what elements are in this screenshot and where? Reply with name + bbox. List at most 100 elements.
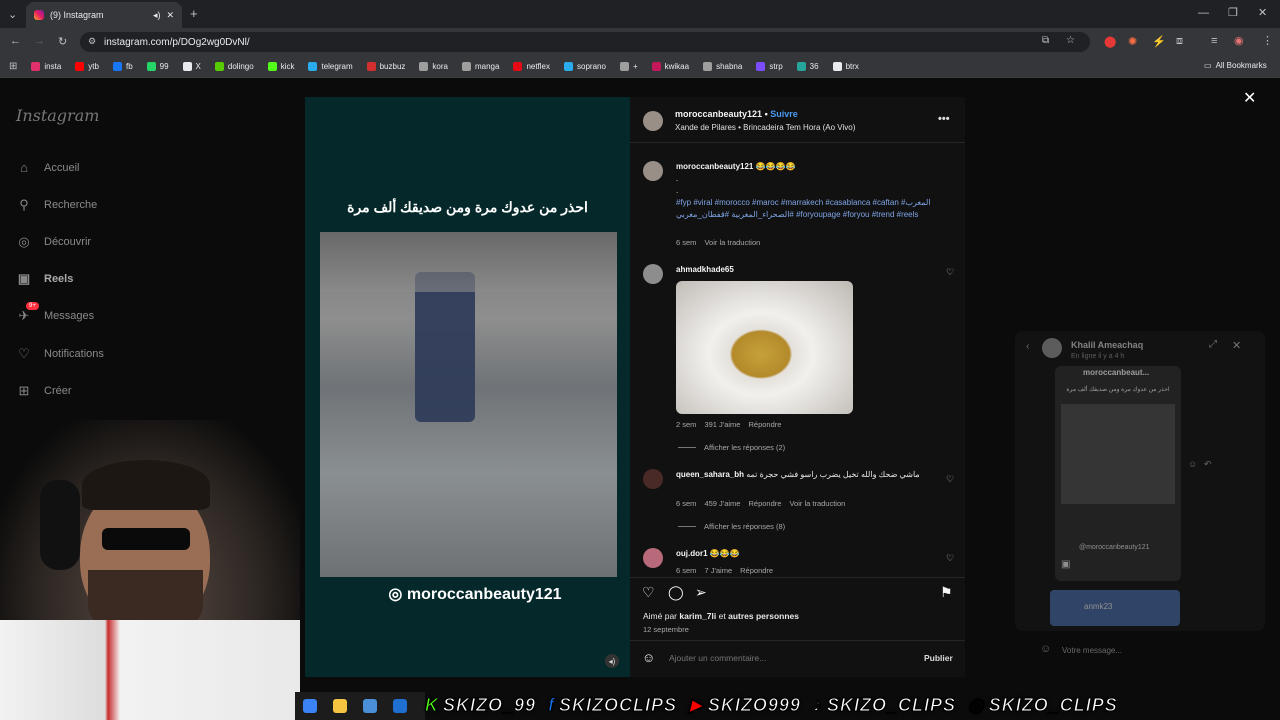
comment-likes[interactable]: 391 J'aime <box>704 420 740 429</box>
react-emoji-icon[interactable]: ☺ <box>1188 459 1197 469</box>
star-icon[interactable]: ☆ <box>1066 35 1075 46</box>
bookmark-item[interactable]: fb <box>112 62 133 71</box>
sidebar-item-découvrir[interactable]: ◎ Découvrir <box>16 234 91 250</box>
tab-list-icon[interactable]: ⌄ <box>8 8 17 21</box>
reload-icon[interactable]: ↻ <box>58 35 67 48</box>
liked-by-user[interactable]: karim_7li <box>679 611 716 621</box>
bookmark-item[interactable]: telegram <box>308 62 353 71</box>
bookmark-item[interactable]: strp <box>756 62 783 71</box>
media-control-icon[interactable]: ≡ <box>1211 35 1217 47</box>
comment-icon[interactable]: ◯ <box>668 584 684 601</box>
all-bookmarks[interactable]: ▭ All Bookmarks <box>1204 61 1267 70</box>
comment-like-icon[interactable]: ♡ <box>946 267 954 278</box>
extension-green-icon[interactable]: ⚡ <box>1152 35 1166 48</box>
comment-reply-link[interactable]: Répondre <box>748 499 781 508</box>
author-avatar[interactable] <box>643 111 663 131</box>
extensions-puzzle-icon[interactable]: ⧈ <box>1176 35 1183 48</box>
close-icon[interactable]: ✕ <box>1243 88 1256 108</box>
sidebar-item-messages[interactable]: ✈ Messages 9+ <box>16 302 94 324</box>
comment-translate-link[interactable]: Voir la traduction <box>789 499 845 508</box>
comment-avatar[interactable] <box>643 469 663 489</box>
back-icon[interactable]: ‹ <box>1026 341 1029 352</box>
reel-video[interactable]: احذر من عدوك مرة ومن صديقك ألف مرة ◎ mor… <box>305 97 630 677</box>
comment-likes[interactable]: 459 J'aime <box>704 499 740 508</box>
publish-button[interactable]: Publier <box>924 653 953 663</box>
song-info[interactable]: Xande de Pilares • Brincadeira Tem Hora … <box>675 123 855 132</box>
reply-arrow-icon[interactable]: ↶ <box>1204 459 1212 470</box>
close-tab-icon[interactable]: ✕ <box>166 10 174 21</box>
bookmark-item[interactable]: shabna <box>703 62 742 71</box>
comment-user[interactable]: ahmadkhade65 <box>676 265 734 274</box>
bookmark-item[interactable]: buzbuz <box>366 62 405 71</box>
shared-post[interactable]: moroccanbeaut... احذر من عدوك مرة ومن صد… <box>1055 366 1181 581</box>
sidebar-item-créer[interactable]: ⊞ Créer <box>16 383 72 399</box>
bookmark-item[interactable]: ytb <box>75 62 99 71</box>
bookmark-item[interactable]: kick <box>267 62 294 71</box>
close-window-icon[interactable]: ✕ <box>1258 6 1267 19</box>
instagram-logo[interactable]: Instagram <box>16 106 99 125</box>
new-tab-icon[interactable]: + <box>190 6 198 21</box>
bookmark-item[interactable]: netflex <box>513 62 550 71</box>
tab-instagram[interactable]: (9) Instagram ◂) ✕ <box>26 2 182 28</box>
profile-avatar-icon[interactable]: ◉ <box>1234 34 1244 47</box>
dm-avatar[interactable] <box>1042 338 1062 358</box>
outlook-icon[interactable] <box>393 699 407 713</box>
share-icon[interactable]: ➢ <box>695 584 707 601</box>
url-field[interactable]: ⚙ instagram.com/p/DOg2wg0DvNl/ ⧉ ☆ <box>80 32 1090 52</box>
comment-avatar[interactable] <box>643 264 663 284</box>
liked-by-others[interactable]: autres personnes <box>728 611 799 621</box>
caption-translate-link[interactable]: Voir la traduction <box>704 238 760 247</box>
bookmark-item[interactable]: 99 <box>146 62 169 71</box>
taskbar-app-icon[interactable] <box>303 699 317 713</box>
minimize-icon[interactable]: — <box>1198 7 1209 19</box>
comment-like-icon[interactable]: ♡ <box>946 553 954 564</box>
forward-icon[interactable]: → <box>34 35 45 47</box>
bookmark-item[interactable]: kwikaa <box>651 62 689 71</box>
comment-tea-image[interactable] <box>676 281 853 414</box>
site-info-icon[interactable]: ⚙ <box>88 36 96 47</box>
video-frame[interactable] <box>320 232 617 577</box>
save-bookmark-icon[interactable]: ⚑ <box>940 584 953 601</box>
like-icon[interactable]: ♡ <box>642 584 655 601</box>
caption-user[interactable]: moroccanbeauty121 <box>676 162 753 171</box>
sidebar-item-notifications[interactable]: ♡ Notifications <box>16 346 104 362</box>
bookmark-item[interactable]: + <box>619 62 638 71</box>
bookmark-item[interactable]: X <box>182 62 201 71</box>
dm-message-input[interactable]: Votre message... <box>1062 646 1122 655</box>
bookmark-item[interactable]: insta <box>31 62 61 71</box>
expand-icon[interactable]: ⤢ <box>1209 339 1217 350</box>
sidebar-item-reels[interactable]: ▣ Reels <box>16 271 74 287</box>
restore-icon[interactable]: ❐ <box>1228 6 1238 19</box>
comment-user[interactable]: ouj.dor1 <box>676 549 708 558</box>
back-icon[interactable]: ← <box>10 35 21 47</box>
bookmark-item[interactable]: kora <box>419 62 448 71</box>
bookmark-item[interactable]: manga <box>461 62 499 71</box>
close-dm-icon[interactable]: ✕ <box>1232 339 1241 352</box>
store-icon[interactable] <box>363 699 377 713</box>
reply-sticker[interactable]: anmk23 <box>1050 590 1180 626</box>
follow-button[interactable]: Suivre <box>770 109 798 119</box>
author-name[interactable]: moroccanbeauty121 <box>675 109 762 119</box>
comment-avatar[interactable] <box>643 548 663 568</box>
add-comment-input[interactable] <box>669 653 889 663</box>
bookmark-item[interactable]: btrx <box>832 62 859 71</box>
sidebar-item-accueil[interactable]: ⌂ Accueil <box>16 160 79 175</box>
file-explorer-icon[interactable] <box>333 699 347 713</box>
bookmark-item[interactable]: soprano <box>564 62 606 71</box>
dm-contact-name[interactable]: Khalil Ameachaq <box>1071 340 1143 350</box>
emoji-icon[interactable]: ☺ <box>642 650 655 665</box>
more-options-icon[interactable]: ••• <box>938 113 950 125</box>
comment-reply-link[interactable]: Répondre <box>748 420 781 429</box>
comment-likes[interactable]: 7 J'aime <box>704 566 732 575</box>
caption-avatar[interactable] <box>643 161 663 181</box>
extension-red-icon[interactable]: ⬤ <box>1104 35 1116 48</box>
apps-grid-icon[interactable]: ⊞ <box>9 61 17 72</box>
comment-reply-link[interactable]: Répondre <box>740 566 773 575</box>
mute-button[interactable]: ◂) <box>605 654 619 668</box>
comment-like-icon[interactable]: ♡ <box>946 474 954 485</box>
sidebar-item-recherche[interactable]: ⚲ Recherche <box>16 197 97 213</box>
bookmark-item[interactable]: 36 <box>796 62 819 71</box>
bookmark-item[interactable]: dolingo <box>214 62 254 71</box>
comment-user[interactable]: queen_sahara_bh <box>676 470 744 479</box>
emoji-icon[interactable]: ☺ <box>1040 643 1051 655</box>
